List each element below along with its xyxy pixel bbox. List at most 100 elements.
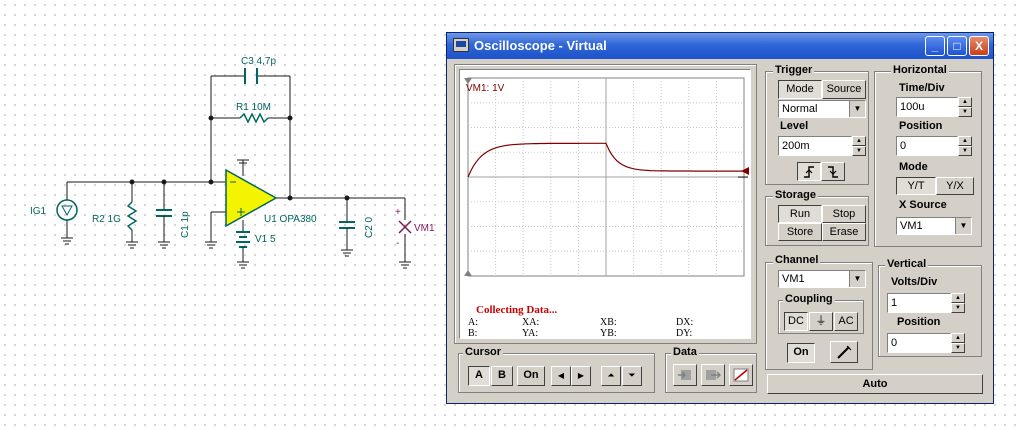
falling-edge-button[interactable] [821, 162, 845, 181]
channel-select[interactable]: VM1 ▼ [778, 270, 866, 288]
spin-up-icon[interactable]: ▲ [958, 97, 972, 107]
xsource-value: VM1 [900, 220, 923, 232]
cursor-left-button[interactable]: ◀ [551, 366, 571, 386]
trigger-level-input[interactable]: 200m [778, 136, 852, 156]
yx-mode-button[interactable]: Y/X [936, 177, 974, 195]
spin-down-icon[interactable]: ▼ [852, 146, 866, 156]
data-import-button[interactable] [673, 364, 697, 386]
vertical-position-input[interactable]: 0 [887, 333, 951, 353]
battery-v1[interactable] [236, 231, 250, 248]
channel-on-button[interactable]: On [787, 343, 815, 363]
ground-symbol [61, 237, 73, 245]
erase-button[interactable]: Erase [822, 223, 866, 241]
run-button[interactable]: Run [778, 205, 822, 223]
resistor-r1[interactable] [239, 112, 269, 124]
probe-color-button[interactable] [830, 341, 858, 363]
cursor-on-button[interactable]: On [517, 366, 545, 386]
cursor-b-button[interactable]: B [491, 366, 513, 386]
vertical-position-spinner[interactable]: 0 ▲ ▼ [887, 333, 965, 353]
capacitor-c1[interactable] [156, 182, 172, 242]
window-title: Oscilloscope - Virtual [474, 38, 607, 53]
oscilloscope-window: Oscilloscope - Virtual _ □ X VM1: 1V Col… [446, 32, 994, 404]
stop-button[interactable]: Stop [822, 205, 866, 223]
spin-down-icon[interactable]: ▼ [951, 343, 965, 353]
timediv-label: Time/Div [899, 82, 945, 94]
channel-scale-label: VM1: 1V [466, 83, 505, 94]
readout-xb: XB: [600, 317, 617, 328]
cursor-down-button[interactable]: ⏷ [622, 366, 642, 386]
rising-edge-button[interactable] [797, 162, 821, 181]
maximize-button[interactable]: □ [947, 36, 967, 56]
trigger-level-label: Level [780, 120, 809, 132]
spin-down-icon[interactable]: ▼ [958, 146, 972, 156]
ground-symbol [126, 241, 138, 249]
spin-up-icon[interactable]: ▲ [951, 333, 965, 343]
trigger-title: Trigger [773, 64, 815, 76]
data-export-button[interactable] [701, 364, 725, 386]
close-button[interactable]: X [969, 36, 989, 56]
ground-coupling-button[interactable]: ⏚ [809, 312, 833, 331]
chevron-down-icon[interactable]: ▼ [955, 218, 971, 234]
horizontal-position-input[interactable]: 0 [896, 136, 958, 156]
horizontal-title: Horizontal [891, 64, 949, 76]
ac-coupling-button[interactable]: AC [834, 312, 858, 331]
graph-clear-icon [733, 368, 749, 382]
arrow-right-icon: ▶ [577, 371, 585, 380]
minimize-button[interactable]: _ [925, 36, 945, 56]
capacitor-c2[interactable] [339, 198, 355, 250]
data-title: Data [671, 346, 699, 358]
chevron-down-icon[interactable]: ▼ [849, 271, 865, 287]
spin-down-icon[interactable]: ▼ [958, 107, 972, 117]
store-button[interactable]: Store [778, 223, 822, 241]
trigger-mode-value: Normal [782, 103, 818, 115]
schematic-canvas: C3 4,7p R1 10M IG1 R2 1G C1 1p U1 OPA380… [30, 56, 435, 269]
timediv-input[interactable]: 100u [896, 97, 958, 117]
vm1-minus-label: - [396, 238, 399, 249]
spin-up-icon[interactable]: ▲ [852, 136, 866, 146]
horizontal-position-spinner[interactable]: 0 ▲ ▼ [896, 136, 972, 156]
yt-mode-button[interactable]: Y/T [896, 177, 936, 195]
channel-title: Channel [773, 254, 821, 266]
dc-coupling-button[interactable]: DC [784, 312, 808, 331]
cursor-up-button[interactable]: ⏶ [601, 366, 621, 386]
c2-label: C2 0 [364, 216, 375, 238]
arrow-down-icon: ⏷ [628, 370, 636, 380]
vm1-plus-label: + [395, 207, 401, 218]
spin-up-icon[interactable]: ▲ [958, 136, 972, 146]
scope-display: VM1: 1V Collecting Data... A: B: XA: YA:… [459, 69, 751, 339]
horizontal-position-label: Position [899, 120, 943, 132]
trigger-level-spinner[interactable]: 200m ▲ ▼ [778, 136, 866, 156]
title-bar[interactable]: Oscilloscope - Virtual _ □ X [447, 33, 993, 59]
coupling-title: Coupling [783, 293, 835, 305]
ig1-label: IG1 [30, 206, 47, 217]
scope-graph[interactable] [460, 70, 750, 338]
current-source-ig1[interactable] [56, 182, 78, 238]
arrow-left-icon: ◀ [557, 371, 565, 380]
oscilloscope-app-icon[interactable] [453, 38, 469, 52]
cursor-right-button[interactable]: ▶ [571, 366, 591, 386]
readout-a: A: [468, 317, 478, 328]
readout-dy: DY: [676, 328, 693, 339]
voltsdiv-spinner[interactable]: 1 ▲ ▼ [887, 293, 965, 313]
auto-button[interactable]: Auto [767, 374, 983, 394]
data-clear-button[interactable] [729, 364, 753, 386]
chevron-down-icon[interactable]: ▼ [849, 101, 865, 117]
ground-symbol [341, 249, 353, 257]
ground-symbol [205, 241, 217, 249]
readout-dx: DX: [676, 317, 694, 328]
trigger-mode-button[interactable]: Mode [778, 80, 822, 99]
cursor-a-button[interactable]: A [468, 366, 490, 386]
capacitor-c3[interactable] [244, 68, 258, 84]
status-text: Collecting Data... [476, 304, 558, 316]
c3-label: C3 4,7p [241, 56, 276, 67]
spin-up-icon[interactable]: ▲ [951, 293, 965, 303]
resistor-r2[interactable] [126, 182, 138, 242]
voltsdiv-input[interactable]: 1 [887, 293, 951, 313]
trigger-source-button[interactable]: Source [822, 80, 866, 99]
u1-label: U1 OPA380 [264, 214, 317, 225]
spin-down-icon[interactable]: ▼ [951, 303, 965, 313]
timediv-spinner[interactable]: 100u ▲ ▼ [896, 97, 972, 117]
trigger-mode-select[interactable]: Normal ▼ [778, 100, 866, 118]
horizontal-mode-label: Mode [899, 161, 928, 173]
xsource-select[interactable]: VM1 ▼ [896, 217, 972, 235]
